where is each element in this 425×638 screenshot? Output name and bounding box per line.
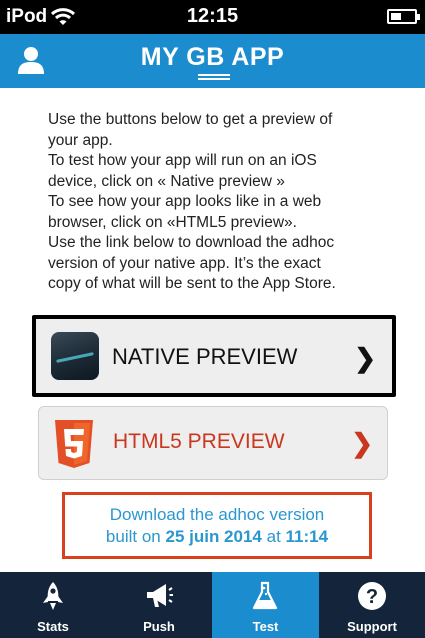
download-line-2: built on 25 juin 2014 at 11:14 (65, 526, 369, 548)
build-time: 11:14 (285, 527, 329, 546)
intro-line: Use the link below to download the adhoc (48, 234, 335, 251)
html5-preview-label: HTML5 PREVIEW (113, 430, 285, 453)
html5-preview-button[interactable]: HTML5 PREVIEW ❯ (38, 406, 388, 480)
instructions-text: Use the buttons below to get a preview o… (48, 110, 388, 295)
native-preview-label: NATIVE PREVIEW (112, 344, 298, 369)
intro-line: copy of what will be sent to the App Sto… (48, 275, 336, 292)
built-on-label: built on (105, 527, 161, 546)
tab-label: Support (347, 619, 397, 634)
menu-handle-icon[interactable] (198, 74, 230, 82)
clock: 12:15 (186, 5, 239, 27)
tab-stats[interactable]: Stats (0, 572, 106, 638)
download-line-1: Download the adhoc version (109, 505, 325, 524)
page-title: MY GB APP (140, 43, 285, 71)
intro-line: version of your native app. It’s the exa… (48, 254, 321, 272)
battery-icon (387, 9, 420, 24)
chevron-right-icon: ❯ (351, 428, 373, 458)
chevron-right-icon: ❯ (354, 343, 376, 373)
intro-line: To see how your app looks like in a web (48, 193, 322, 210)
help-icon: ? (358, 582, 386, 610)
intro-line: To test how your app will run on an iOS (48, 152, 317, 169)
native-preview-button[interactable]: NATIVE PREVIEW ❯ (32, 315, 396, 397)
tab-test[interactable]: Test (212, 572, 319, 638)
app-header: MY GB APP (0, 34, 425, 88)
svg-text:?: ? (366, 586, 378, 608)
tab-push[interactable]: Push (106, 572, 212, 638)
rocket-icon (43, 582, 63, 610)
tab-label: Push (143, 619, 175, 634)
flask-icon (252, 581, 278, 610)
tab-bar: Stats Push Test ? Support (0, 572, 425, 638)
tab-label: Test (252, 619, 279, 634)
download-adhoc-link[interactable]: Download the adhoc version built on 25 j… (62, 492, 372, 559)
status-bar: iPod 12:15 (0, 0, 425, 34)
tab-label: Stats (37, 619, 69, 634)
intro-line: device, click on « Native preview » (48, 172, 285, 190)
megaphone-icon (147, 584, 173, 607)
at-label: at (266, 527, 281, 546)
build-date: 25 juin 2014 (165, 527, 262, 546)
intro-line: Use the buttons below to get a preview o… (48, 111, 333, 128)
intro-line: your app. (48, 131, 113, 149)
html5-icon (55, 420, 93, 468)
app-thumbnail-icon (51, 332, 99, 380)
tab-support[interactable]: ? Support (319, 572, 425, 638)
intro-line: browser, click on «HTML5 preview». (48, 213, 297, 231)
